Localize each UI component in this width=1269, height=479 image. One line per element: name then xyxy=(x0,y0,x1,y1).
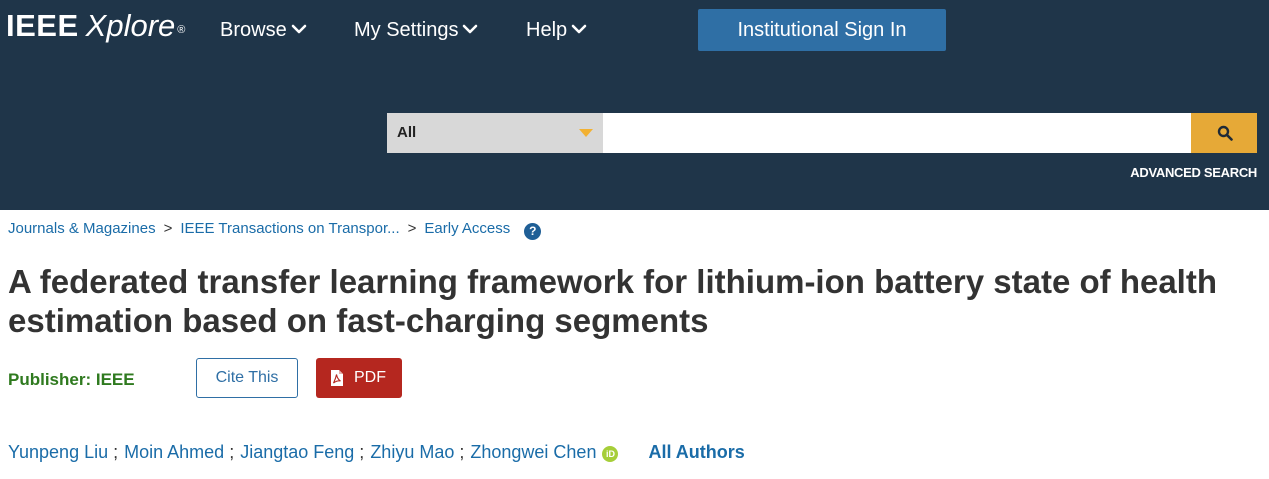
breadcrumb: Journals & Magazines > IEEE Transactions o… xyxy=(8,219,542,240)
cite-this-button[interactable]: Cite This xyxy=(196,358,298,398)
chevron-down-icon xyxy=(291,15,307,43)
chevron-down-icon xyxy=(571,15,587,43)
pdf-button[interactable]: PDF xyxy=(316,358,402,398)
question-circle-icon[interactable]: ? xyxy=(524,223,542,240)
logo-xplore-text: Xplore xyxy=(85,8,176,43)
publisher-name: IEEE xyxy=(95,370,135,389)
search-bar: All xyxy=(387,113,1257,153)
author-link[interactable]: Zhongwei Chen xyxy=(470,442,596,462)
breadcrumb-journals-magazines[interactable]: Journals & Magazines xyxy=(8,220,156,237)
author-link[interactable]: Jiangtao Feng xyxy=(240,442,354,462)
author-separator: ; xyxy=(459,442,465,462)
nav-my-settings[interactable]: My Settings xyxy=(354,16,478,45)
search-button[interactable] xyxy=(1191,113,1257,153)
ieee-xplore-logo[interactable]: IEEE Xplore ® xyxy=(6,6,185,46)
article-title: A federated transfer learning framework … xyxy=(8,263,1217,339)
institutional-sign-in-button[interactable]: Institutional Sign In xyxy=(698,9,946,51)
registered-mark: ® xyxy=(177,24,186,36)
publisher-label: Publisher: xyxy=(8,370,92,389)
author-link[interactable]: Zhiyu Mao xyxy=(370,442,454,462)
nav-help[interactable]: Help xyxy=(526,16,587,45)
author-link[interactable]: Moin Ahmed xyxy=(124,442,224,462)
chevron-down-icon xyxy=(462,15,478,43)
orcid-icon[interactable]: iD xyxy=(602,446,619,462)
caret-down-icon xyxy=(579,129,593,137)
author-separator: ; xyxy=(229,442,235,462)
site-header: IEEE Xplore ® Browse My Settings Help Inst… xyxy=(0,0,1269,210)
logo-ieee-text: IEEE xyxy=(6,8,79,43)
search-scope-value: All xyxy=(397,124,417,141)
author-link[interactable]: Yunpeng Liu xyxy=(8,442,108,462)
breadcrumb-journal[interactable]: IEEE Transactions on Transpor... xyxy=(180,220,399,237)
pdf-file-icon xyxy=(331,370,343,386)
nav-help-label: Help xyxy=(526,19,568,41)
search-icon xyxy=(1217,125,1233,141)
advanced-search-link[interactable]: ADVANCED SEARCH xyxy=(1130,165,1257,180)
pdf-button-label: PDF xyxy=(354,369,386,386)
publisher-info: Publisher: IEEE xyxy=(8,370,135,390)
nav-my-settings-label: My Settings xyxy=(354,19,459,41)
author-separator: ; xyxy=(359,442,365,462)
breadcrumb-early-access[interactable]: Early Access xyxy=(424,220,510,237)
all-authors-link[interactable]: All Authors xyxy=(648,442,744,462)
breadcrumb-separator: > xyxy=(407,220,417,237)
nav-browse-label: Browse xyxy=(220,19,287,41)
breadcrumb-separator: > xyxy=(163,220,173,237)
author-separator: ; xyxy=(113,442,119,462)
nav-browse[interactable]: Browse xyxy=(220,16,307,45)
author-list: Yunpeng Liu; Moin Ahmed; Jiangtao Feng; Zhi… xyxy=(8,441,745,463)
search-input[interactable] xyxy=(603,113,1191,153)
search-scope-select[interactable]: All xyxy=(387,113,603,153)
